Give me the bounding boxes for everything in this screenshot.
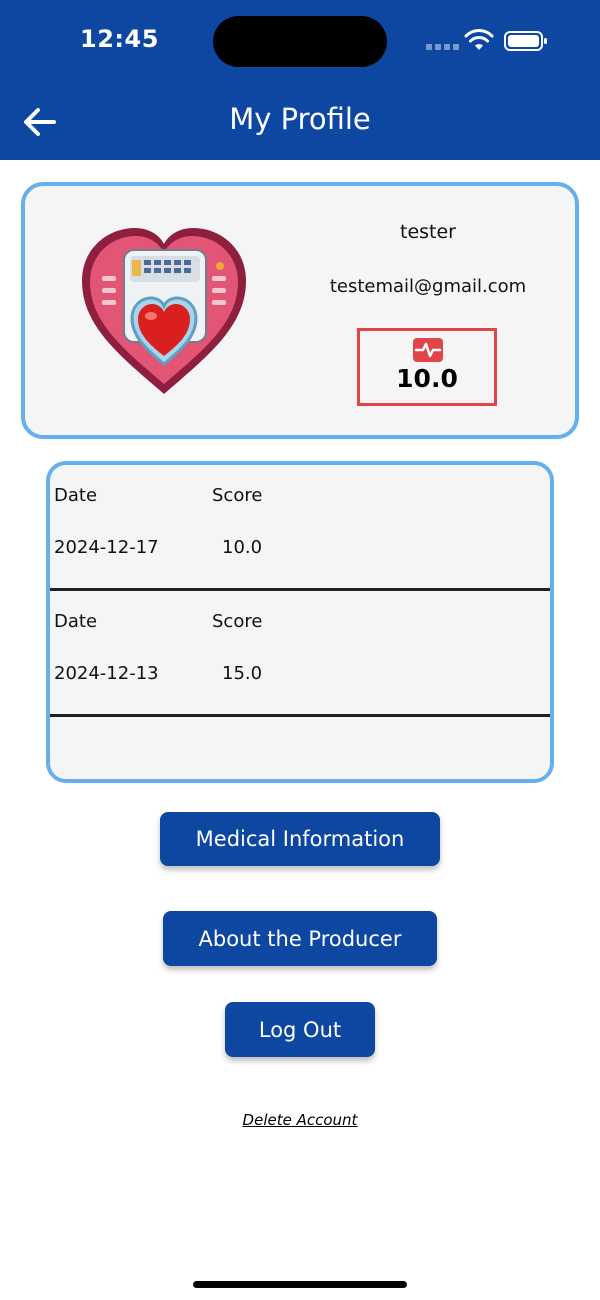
- current-score-value: 10.0: [396, 364, 458, 393]
- medical-information-button[interactable]: Medical Information: [160, 812, 440, 866]
- cellular-signal-icon: [426, 44, 459, 50]
- dynamic-island: [213, 16, 387, 67]
- score-history-list[interactable]: Date Score 2024-12-17 10.0 Date Score 20…: [46, 461, 554, 783]
- heart-device-avatar: [82, 228, 246, 394]
- history-row: Date Score 2024-12-13 15.0: [50, 591, 550, 717]
- user-email: testemail@gmail.com: [329, 276, 527, 297]
- battery-icon: [504, 31, 547, 51]
- status-time: 12:45: [80, 25, 159, 53]
- app-header: 12:45 My Profile: [0, 0, 600, 160]
- score-header: Score: [212, 611, 263, 632]
- home-indicator: [193, 1281, 407, 1288]
- history-date: 2024-12-13: [54, 663, 159, 684]
- date-header: Date: [54, 485, 98, 506]
- username: tester: [400, 221, 456, 243]
- wifi-icon: [464, 29, 494, 50]
- history-date: 2024-12-17: [54, 537, 159, 558]
- page-title: My Profile: [229, 102, 371, 136]
- date-header: Date: [54, 611, 98, 632]
- profile-card: tester testemail@gmail.com 10.0: [21, 182, 579, 439]
- current-score-badge: 10.0: [357, 328, 497, 406]
- log-out-button[interactable]: Log Out: [225, 1002, 375, 1057]
- delete-account-link[interactable]: Delete Account: [0, 1111, 600, 1129]
- about-producer-button[interactable]: About the Producer: [163, 911, 437, 966]
- history-score: 15.0: [222, 663, 263, 684]
- heart-pulse-icon: [413, 338, 443, 362]
- history-row: Date Score 2024-12-17 10.0: [50, 465, 550, 591]
- score-header: Score: [212, 485, 263, 506]
- history-score: 10.0: [222, 537, 263, 558]
